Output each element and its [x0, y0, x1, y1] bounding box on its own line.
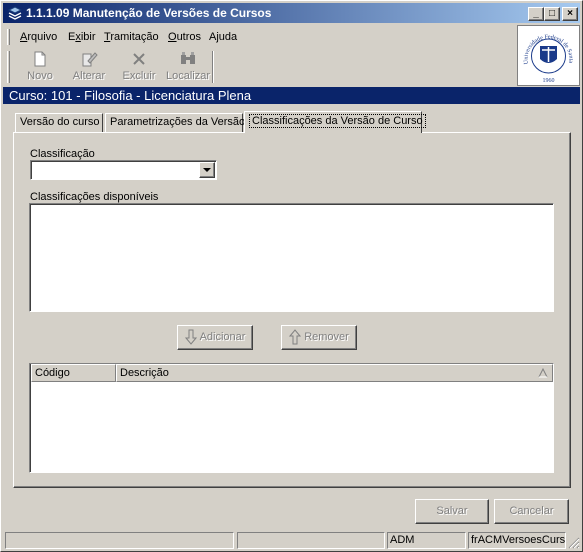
tab-versao-do-curso[interactable]: Versão do curso: [15, 113, 103, 132]
university-seal-logo: Universidade Federal de Santa Maria 1960: [515, 22, 580, 86]
close-icon: ×: [567, 8, 573, 19]
tab-parametrizacoes-label: Parametrizações da Versão: [110, 116, 246, 128]
minimize-button[interactable]: _: [528, 7, 544, 21]
close-button[interactable]: ×: [562, 7, 578, 21]
classificacoes-disponiveis-list[interactable]: [29, 203, 554, 312]
arrow-down-icon: [184, 329, 197, 345]
status-pane-user: ADM: [387, 532, 466, 549]
binoculars-icon: [181, 52, 195, 64]
novo-label: Novo: [27, 70, 53, 82]
novo-button[interactable]: Novo: [19, 49, 61, 85]
column-header-codigo[interactable]: Código: [31, 364, 116, 382]
minimize-icon: _: [533, 8, 539, 19]
sort-ascending-icon: [538, 368, 548, 378]
remover-button[interactable]: Remover: [281, 325, 357, 350]
main-window: 1.1.1.09 Manutenção de Versões de Cursos…: [0, 0, 583, 552]
maximize-button[interactable]: □: [544, 7, 560, 21]
menu-ajuda-label: uda: [218, 31, 238, 43]
maximize-icon: □: [548, 8, 556, 19]
delete-x-icon: [133, 53, 145, 65]
localizar-label: Localizar: [165, 70, 211, 82]
menu-exibir-label: ibir: [80, 31, 96, 43]
tab-panel: Classificação Classificações disponíveis…: [13, 132, 571, 488]
adicionar-label: Adicionar: [199, 331, 246, 343]
column-codigo-label: Código: [35, 367, 70, 379]
stack-app-icon: [7, 6, 23, 20]
tab-classificacoes[interactable]: Classificações da Versão de Curso: [244, 111, 426, 133]
tab-parametrizacoes[interactable]: Parametrizações da Versão: [105, 113, 246, 132]
status-pane-2: [237, 532, 385, 549]
resize-grip-icon[interactable]: [568, 537, 580, 549]
dropdown-button[interactable]: [199, 162, 215, 178]
toolbar: Novo Alterar Excluir Localizar: [5, 49, 511, 85]
localizar-button[interactable]: Localizar: [163, 49, 213, 85]
arrow-up-icon: [289, 329, 302, 345]
menu-bar: Arquivo Exibir Tramitação Outros Ajuda: [5, 27, 511, 47]
alterar-button[interactable]: Alterar: [67, 49, 111, 85]
classificacao-dropdown[interactable]: [30, 160, 217, 180]
toolbar-grip[interactable]: [7, 51, 10, 83]
alterar-label: Alterar: [72, 70, 106, 82]
excluir-label: Excluir: [122, 70, 156, 82]
tab-classificacoes-label: Classificações da Versão de Curso: [249, 114, 426, 128]
column-descricao-label: Descrição: [120, 367, 169, 379]
edit-document-icon: [82, 52, 98, 67]
status-pane-1: [5, 532, 234, 549]
menu-grip[interactable]: [7, 29, 10, 45]
menu-arquivo-label: rquivo: [27, 31, 58, 43]
toolbar-separator: [212, 51, 214, 83]
chevron-down-icon: [203, 168, 211, 172]
title-bar[interactable]: 1.1.1.09 Manutenção de Versões de Cursos…: [3, 3, 580, 23]
menu-tramitacao[interactable]: Tramitação: [104, 31, 159, 43]
classificacao-label: Classificação: [30, 148, 95, 160]
menu-outros[interactable]: Outros: [168, 31, 201, 43]
status-pane-form: frACMVersoesCursc: [468, 532, 566, 549]
seal-graphic: Universidade Federal de Santa Maria 1960: [515, 22, 573, 84]
menu-arquivo[interactable]: Arquivo: [20, 31, 57, 43]
remover-label: Remover: [304, 331, 349, 343]
excluir-button[interactable]: Excluir: [117, 49, 161, 85]
classificacoes-grid[interactable]: Código Descrição: [29, 363, 554, 473]
cancelar-label: Cancelar: [509, 505, 554, 517]
adicionar-button[interactable]: Adicionar: [177, 325, 253, 350]
menu-outros-label: utros: [176, 31, 202, 43]
course-header: Curso: 101 - Filosofia - Licenciatura Pl…: [3, 87, 580, 104]
column-header-descricao[interactable]: Descrição: [116, 364, 553, 382]
salvar-button[interactable]: Salvar: [415, 499, 489, 524]
window-title: 1.1.1.09 Manutenção de Versões de Cursos: [26, 6, 272, 20]
menu-tramitacao-label: ramitação: [110, 31, 159, 43]
disponiveis-label: Classificações disponíveis: [30, 191, 159, 203]
menu-exibir[interactable]: Exibir: [68, 31, 96, 43]
salvar-label: Salvar: [436, 505, 468, 517]
tab-versao-do-curso-label: Versão do curso: [20, 116, 100, 128]
seal-year: 1960: [543, 78, 555, 84]
menu-ajuda[interactable]: Ajuda: [209, 31, 237, 43]
cancelar-button[interactable]: Cancelar: [494, 499, 569, 524]
new-document-icon: [34, 51, 46, 67]
menu-outros-mnemonic: O: [168, 31, 177, 43]
